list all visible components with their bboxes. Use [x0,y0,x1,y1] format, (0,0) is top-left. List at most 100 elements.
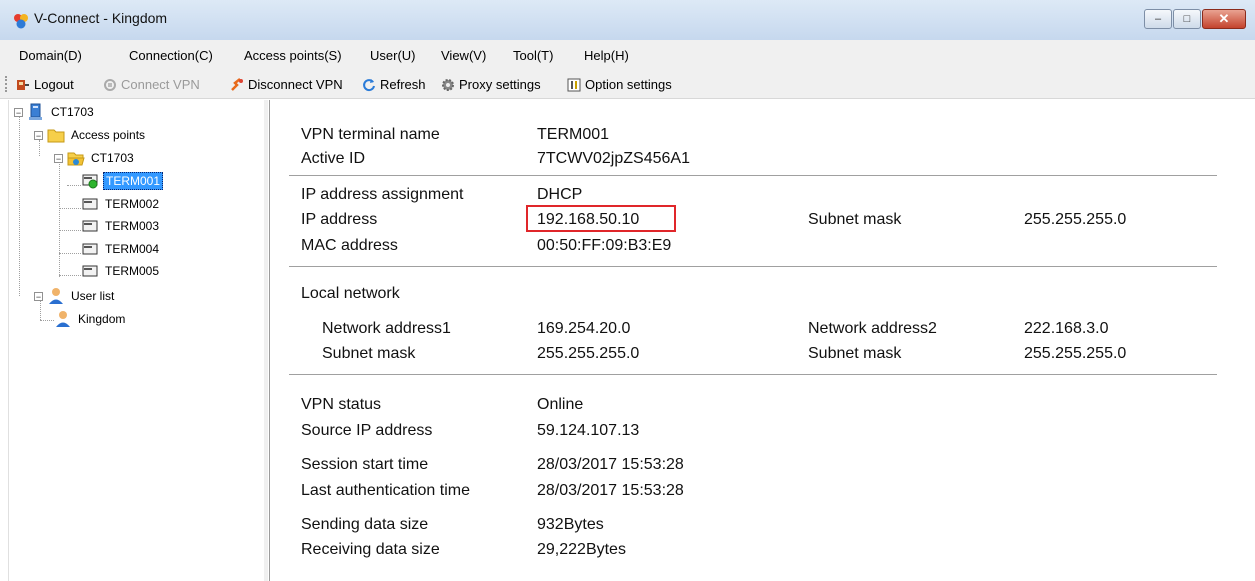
server-icon [27,103,45,121]
option-settings-button[interactable]: Option settings [567,77,672,92]
tree-node-term002[interactable]: TERM002 [81,195,161,213]
panel-splitter[interactable] [264,100,268,581]
collapse-icon[interactable]: − [34,130,43,140]
tree-node-term004[interactable]: TERM004 [81,240,161,258]
tree-label-term002: TERM002 [105,197,160,211]
menu-bar: Domain(D) Connection(C) Access points(S)… [0,40,1255,70]
tree-label-user: Kingdom [78,312,126,326]
open-folder-icon [67,149,85,167]
active-id-value: 7TCWV02jpZS456A1 [537,150,690,167]
tree-node-term003[interactable]: TERM003 [81,217,161,235]
refresh-button[interactable]: Refresh [362,77,426,92]
network-address1-label: Network address1 [322,320,451,337]
collapse-icon[interactable]: − [14,107,23,117]
vpn-terminal-icon [81,240,99,258]
tree-node-group[interactable]: − CT1703 [54,149,136,167]
menu-help[interactable]: Help(H) [584,48,629,63]
tree-node-term005[interactable]: TERM005 [81,262,161,280]
vpn-status-value: Online [537,396,584,413]
local-network-heading: Local network [301,285,400,302]
disconnect-vpn-button[interactable]: Disconnect VPN [230,77,343,92]
proxy-settings-button[interactable]: Proxy settings [441,77,541,92]
toolbar-grip[interactable] [5,76,9,92]
source-ip-value: 59.124.107.13 [537,422,640,439]
option-settings-icon [567,78,581,92]
menu-connection[interactable]: Connection(C) [129,48,213,63]
tree-label-term005: TERM005 [105,264,160,278]
refresh-label: Refresh [380,77,426,92]
tree-label-access-points: Access points [71,128,146,142]
menu-access-points[interactable]: Access points(S) [244,48,342,63]
collapse-icon[interactable]: − [54,153,63,163]
tree-node-access-points[interactable]: − Access points [34,126,147,144]
folder-icon [47,126,65,144]
tree-connector [40,320,54,321]
collapse-icon[interactable]: − [34,291,43,301]
vpn-status-label: VPN status [301,396,382,413]
toolbar: Logout Connect VPN Disconnect VPN Refres… [0,70,1255,99]
minimize-icon: – [1154,13,1162,25]
network-address1-value: 169.254.20.0 [537,320,631,337]
logout-button[interactable]: Logout [16,77,74,92]
connect-vpn-button[interactable]: Connect VPN [103,77,200,92]
network-address2-value: 222.168.3.0 [1024,320,1109,337]
sending-size-value: 932Bytes [537,516,604,533]
tree-node-user-list[interactable]: − User list [34,287,116,305]
tree-connector [59,162,60,277]
last-auth-value: 28/03/2017 15:53:28 [537,482,684,499]
logout-label: Logout [34,77,74,92]
local-subnet1-label: Subnet mask [322,345,416,362]
last-auth-label: Last authentication time [301,482,470,499]
receiving-size-label: Receiving data size [301,541,440,558]
tree-connector [59,275,81,276]
close-button[interactable]: ✕ [1202,9,1246,29]
tree-connector [59,253,81,254]
user-icon [47,287,65,305]
tree-connector [59,230,81,231]
tree-label-term003: TERM003 [105,219,160,233]
vpn-terminal-icon [81,217,99,235]
minimize-button[interactable]: – [1144,9,1172,29]
maximize-button[interactable]: □ [1173,9,1201,29]
tree-connector [67,185,81,186]
vconnect-app-icon [12,12,30,30]
ip-assignment-value: DHCP [537,186,583,203]
section-divider [289,374,1217,375]
source-ip-label: Source IP address [301,422,433,439]
tree-node-term001[interactable]: TERM001 [81,172,164,190]
ip-address-highlight [526,205,676,232]
title-bar[interactable]: V-Connect - Kingdom – □ ✕ [0,0,1255,41]
local-subnet2-label: Subnet mask [808,345,902,362]
sending-size-label: Sending data size [301,516,429,533]
menu-user[interactable]: User(U) [370,48,416,63]
mac-address-value: 00:50:FF:09:B3:E9 [537,237,672,254]
ip-address-label: IP address [301,211,378,228]
tree-node-root[interactable]: − CT1703 [14,103,96,121]
local-subnet2-value: 255.255.255.0 [1024,345,1127,362]
subnet-mask-label: Subnet mask [808,211,902,228]
option-settings-label: Option settings [585,77,672,92]
connect-vpn-label: Connect VPN [121,77,200,92]
close-icon: ✕ [1218,11,1230,26]
subnet-mask-value: 255.255.255.0 [1024,211,1127,228]
logout-icon [16,78,30,92]
vpn-terminal-icon [81,195,99,213]
user-icon [54,310,72,328]
tree-panel[interactable]: − CT1703 − Access points − CT1703 TERM00… [8,100,265,581]
section-divider [289,266,1217,267]
terminal-name-value: TERM001 [537,126,610,143]
tree-label-term001: TERM001 [103,172,164,190]
menu-domain[interactable]: Domain(D) [19,48,82,63]
vpn-terminal-icon [81,262,99,280]
menu-tool[interactable]: Tool(T) [513,48,553,63]
terminal-name-label: VPN terminal name [301,126,440,143]
disconnect-vpn-label: Disconnect VPN [248,77,343,92]
tree-node-user[interactable]: Kingdom [54,310,127,328]
refresh-icon [362,78,376,92]
menu-view[interactable]: View(V) [441,48,486,63]
window-title: V-Connect - Kingdom [34,10,168,26]
proxy-gear-icon [441,78,455,92]
network-address2-label: Network address2 [808,320,937,337]
tree-label-root: CT1703 [51,105,94,119]
proxy-settings-label: Proxy settings [459,77,541,92]
